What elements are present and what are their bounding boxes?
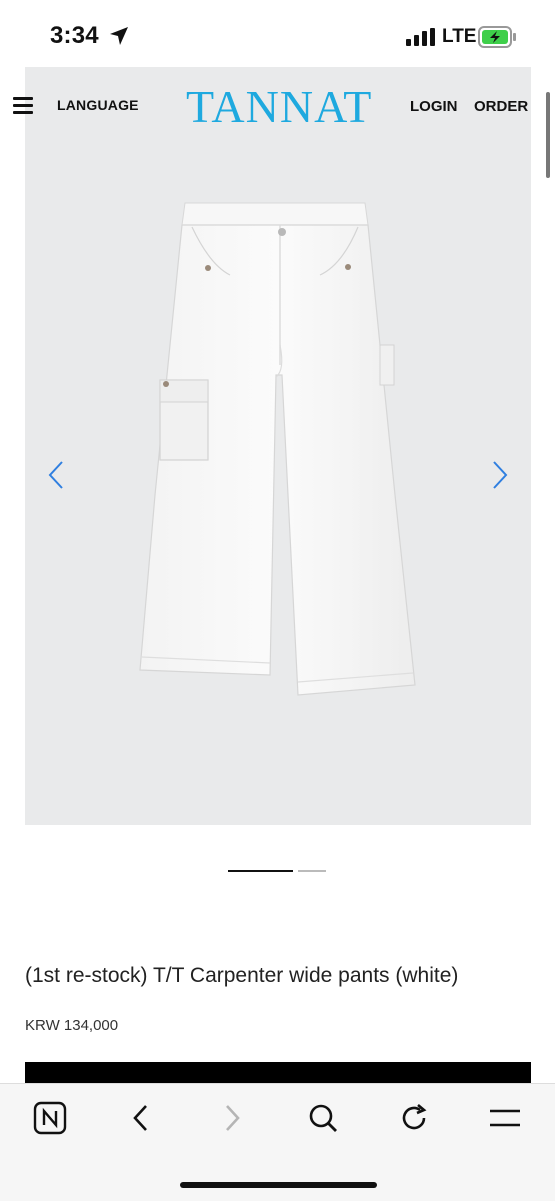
product-image <box>139 202 416 696</box>
location-arrow-icon <box>110 27 128 45</box>
purchase-button[interactable] <box>25 1062 531 1084</box>
battery-charging-icon <box>478 26 516 48</box>
product-title: (1st re-stock) T/T Carpenter wide pants … <box>25 964 459 987</box>
back-icon[interactable] <box>121 1098 161 1138</box>
language-link[interactable]: LANGUAGE <box>57 97 139 113</box>
product-price: KRW 134,000 <box>25 1017 119 1034</box>
carousel-indicators <box>228 870 328 874</box>
reload-icon[interactable] <box>394 1098 434 1138</box>
status-time: 3:34 <box>50 22 99 49</box>
home-indicator <box>180 1182 377 1188</box>
hamburger-menu-icon[interactable] <box>13 97 33 115</box>
carousel-prev-arrow-icon[interactable] <box>46 460 68 490</box>
carousel-indicator-active[interactable] <box>228 870 293 872</box>
menu-icon[interactable] <box>485 1098 525 1138</box>
forward-icon[interactable] <box>212 1098 252 1138</box>
carousel-next-arrow-icon[interactable] <box>488 460 510 490</box>
site-logo[interactable]: TANNAT <box>186 84 372 130</box>
login-link[interactable]: LOGIN <box>410 98 458 115</box>
network-type: LTE <box>442 26 477 47</box>
page-scrollbar[interactable] <box>546 92 550 178</box>
status-bar: 3:34 LTE <box>0 0 555 66</box>
naver-home-icon[interactable] <box>30 1098 70 1138</box>
order-link[interactable]: ORDER <box>474 98 528 115</box>
carousel-indicator-inactive[interactable] <box>298 870 326 872</box>
signal-bars-icon <box>406 28 435 46</box>
search-icon[interactable] <box>303 1098 343 1138</box>
